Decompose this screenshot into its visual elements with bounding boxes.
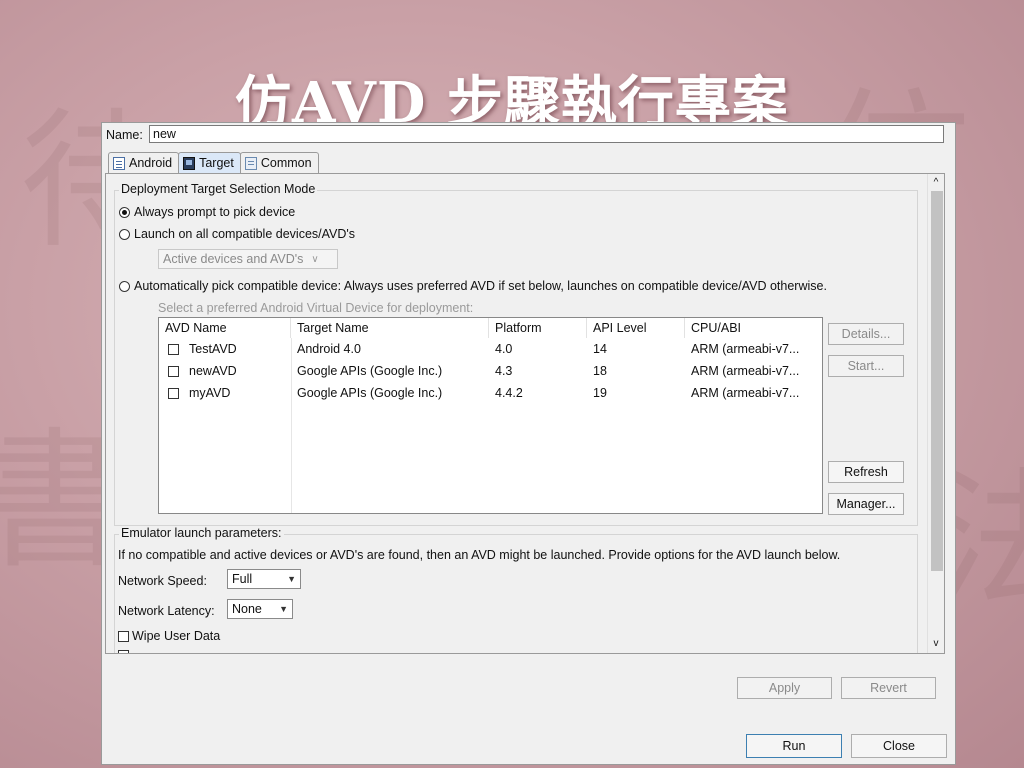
- tab-bar: Android Target Common: [108, 152, 319, 174]
- header-avd-name[interactable]: AVD Name: [159, 318, 291, 338]
- header-target-name[interactable]: Target Name: [291, 318, 489, 338]
- document-icon: [113, 156, 125, 170]
- wipe-user-data-checkbox[interactable]: [118, 630, 129, 642]
- table-row-api-level[interactable]: 18: [587, 361, 685, 381]
- tab-android[interactable]: Android: [108, 152, 180, 173]
- avd-checkbox[interactable]: [168, 366, 179, 377]
- apply-button[interactable]: Apply: [737, 677, 832, 699]
- run-button[interactable]: Run: [746, 734, 842, 758]
- table-row-api-level[interactable]: 14: [587, 339, 685, 359]
- table-row-target-name[interactable]: Google APIs (Google Inc.): [291, 383, 489, 403]
- table-row-target-name[interactable]: Google APIs (Google Inc.): [291, 361, 489, 381]
- name-label: Name:: [106, 128, 143, 142]
- deployment-group-title: Deployment Target Selection Mode: [119, 182, 318, 196]
- avd-checkbox[interactable]: [168, 344, 179, 355]
- option-prompt-radio[interactable]: [119, 206, 130, 218]
- table-row-platform[interactable]: 4.0: [489, 339, 587, 359]
- table-row-target-name[interactable]: Android 4.0: [291, 339, 489, 359]
- network-speed-select[interactable]: Full ▼: [227, 569, 301, 589]
- avd-table: AVD Name Target Name Platform API Level …: [158, 317, 823, 514]
- table-row-avd-name[interactable]: newAVD: [183, 361, 291, 381]
- option-launch-all-radio[interactable]: [119, 228, 130, 240]
- next-option-checkbox[interactable]: [118, 650, 129, 653]
- refresh-button[interactable]: Refresh: [828, 461, 904, 483]
- network-latency-value: None: [232, 602, 262, 616]
- option-prompt-row[interactable]: Always prompt to pick device: [119, 205, 295, 219]
- table-row-platform[interactable]: 4.4.2: [489, 383, 587, 403]
- emulator-description: If no compatible and active devices or A…: [118, 548, 841, 562]
- chevron-down-icon: ▼: [287, 574, 296, 584]
- option-launch-all-row[interactable]: Launch on all compatible devices/AVD's: [119, 227, 355, 241]
- target-device-icon: [183, 156, 196, 170]
- option-launch-all-label: Launch on all compatible devices/AVD's: [134, 227, 356, 241]
- table-row-api-level[interactable]: 19: [587, 383, 685, 403]
- table-row-cpu-abi[interactable]: ARM (armeabi-v7...: [685, 383, 817, 403]
- wipe-user-data-label: Wipe User Data: [132, 629, 221, 643]
- auto-hint: Select a preferred Android Virtual Devic…: [158, 301, 474, 315]
- option-prompt-label: Always prompt to pick device: [134, 205, 296, 219]
- revert-button[interactable]: Revert: [841, 677, 936, 699]
- tab-common[interactable]: Common: [239, 152, 319, 173]
- network-latency-label: Network Latency:: [118, 604, 215, 618]
- avd-checkbox[interactable]: [168, 388, 179, 399]
- target-tab-panel: Deployment Target Selection Mode Always …: [105, 173, 945, 654]
- tab-common-label: Common: [260, 156, 312, 170]
- header-api-level[interactable]: API Level: [587, 318, 685, 338]
- details-button[interactable]: Details...: [828, 323, 904, 345]
- chevron-down-icon: ▼: [279, 604, 288, 614]
- launch-all-combo[interactable]: Active devices and AVD's ∨: [158, 249, 338, 269]
- network-speed-value: Full: [232, 572, 253, 586]
- table-row-avd-name[interactable]: TestAVD: [183, 339, 291, 359]
- chevron-up-icon[interactable]: ^: [928, 177, 944, 189]
- launch-all-combo-value: Active devices and AVD's: [163, 252, 304, 266]
- emulator-group-title: Emulator launch parameters:: [119, 526, 284, 540]
- header-cpu-abi[interactable]: CPU/ABI: [685, 318, 821, 338]
- close-button[interactable]: Close: [851, 734, 947, 758]
- chevron-down-icon[interactable]: v: [928, 638, 944, 650]
- network-speed-label: Network Speed:: [118, 574, 207, 588]
- name-input[interactable]: new: [149, 125, 944, 143]
- option-auto-row[interactable]: Automatically pick compatible device: Al…: [119, 279, 827, 293]
- header-platform[interactable]: Platform: [489, 318, 587, 338]
- tab-android-label: Android: [129, 156, 173, 170]
- start-button[interactable]: Start...: [828, 355, 904, 377]
- scrollbar-thumb[interactable]: [931, 191, 943, 571]
- tab-target-label: Target: [199, 156, 234, 170]
- vertical-scrollbar[interactable]: ^ v: [927, 174, 944, 653]
- table-row-cpu-abi[interactable]: ARM (armeabi-v7...: [685, 361, 817, 381]
- tab-target[interactable]: Target: [178, 152, 241, 173]
- table-row-avd-name[interactable]: myAVD: [183, 383, 291, 403]
- run-configuration-dialog: Name: new Android Target Common Deployme…: [101, 122, 956, 765]
- wipe-user-data-row[interactable]: Wipe User Data: [118, 629, 220, 643]
- common-list-icon: [244, 156, 257, 170]
- manager-button[interactable]: Manager...: [828, 493, 904, 515]
- network-latency-select[interactable]: None ▼: [227, 599, 293, 619]
- table-row-platform[interactable]: 4.3: [489, 361, 587, 381]
- table-row-cpu-abi[interactable]: ARM (armeabi-v7...: [685, 339, 817, 359]
- name-row: Name:: [106, 126, 147, 144]
- option-auto-radio[interactable]: [119, 280, 130, 292]
- chevron-down-icon: ∨: [311, 253, 319, 265]
- option-auto-label: Automatically pick compatible device: Al…: [134, 279, 827, 293]
